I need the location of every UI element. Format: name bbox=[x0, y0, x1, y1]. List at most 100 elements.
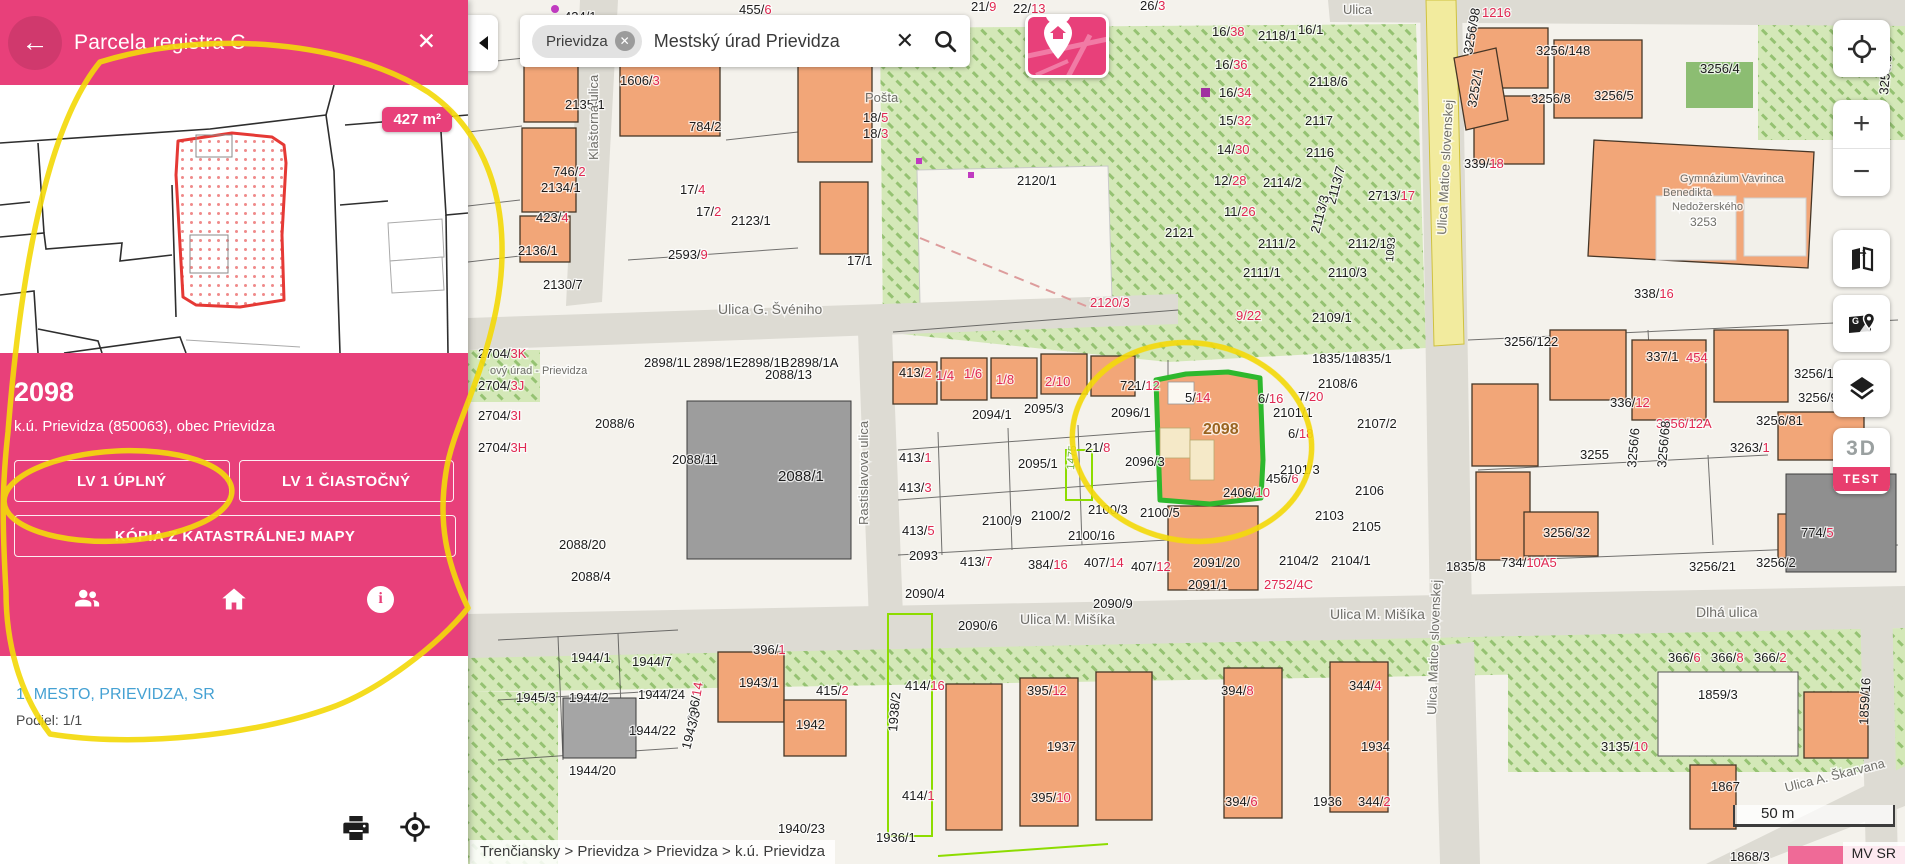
map-label: 339/18 bbox=[1464, 156, 1504, 171]
map-label: 407/12 bbox=[1131, 559, 1171, 574]
map-label: 3256/2 bbox=[1756, 555, 1796, 570]
map-label: 2105 bbox=[1352, 519, 1381, 534]
zoom-in-button[interactable]: + bbox=[1833, 100, 1890, 148]
map-label: 16/1 bbox=[1298, 22, 1323, 37]
lv-partial-button[interactable]: LV 1 ČIASTOČNÝ bbox=[239, 460, 455, 502]
map-label: 2117 bbox=[1305, 113, 1333, 128]
map-label: 2101/3 bbox=[1280, 462, 1320, 477]
map-label: 2091/1 bbox=[1188, 577, 1228, 592]
search-icon[interactable] bbox=[932, 28, 958, 54]
crosshair-icon bbox=[398, 810, 432, 844]
search-clear-icon[interactable]: ✕ bbox=[890, 28, 920, 54]
map-label: 2704/3J bbox=[478, 378, 524, 393]
print-button[interactable] bbox=[340, 812, 372, 844]
map-label: 366/6 bbox=[1668, 650, 1701, 665]
map-label: 1868/3 bbox=[1730, 849, 1770, 864]
map-label: 6/18 bbox=[1288, 426, 1313, 441]
map-label: 2088/6 bbox=[595, 416, 635, 431]
layers-icon bbox=[1847, 374, 1877, 404]
map-label: 2088/4 bbox=[571, 569, 611, 584]
map-label: 3256/148 bbox=[1536, 43, 1590, 58]
map-label: 2110/3 bbox=[1328, 265, 1367, 280]
map-label: 2713/17 bbox=[1368, 188, 1415, 203]
tab-buildings[interactable] bbox=[219, 584, 249, 614]
map-label: 394/8 bbox=[1221, 683, 1254, 698]
map-label: 2120/3 bbox=[1090, 295, 1130, 310]
map-label: 1944/7 bbox=[632, 654, 672, 669]
map-label: 21/9 bbox=[971, 0, 996, 14]
collapse-icon bbox=[479, 36, 488, 50]
map-compare-button[interactable] bbox=[1833, 230, 1890, 287]
lv-full-button[interactable]: LV 1 ÚPLNÝ bbox=[14, 460, 230, 502]
map-label: 721/12 bbox=[1120, 378, 1160, 393]
search-input[interactable]: Mestský úrad Prievidza bbox=[654, 31, 878, 52]
close-button[interactable]: ✕ bbox=[417, 28, 436, 55]
back-button[interactable]: ← bbox=[8, 16, 62, 70]
google-maps-button[interactable]: G bbox=[1833, 295, 1890, 352]
map-label: Klaštorná ulica bbox=[586, 74, 601, 160]
mode-3d-button[interactable]: 3D TEST bbox=[1833, 428, 1890, 494]
zoom-control: + − bbox=[1833, 100, 1890, 196]
map-label: 2098 bbox=[1203, 421, 1239, 438]
chip-remove-icon[interactable]: ✕ bbox=[615, 31, 635, 51]
zoom-out-button[interactable]: − bbox=[1833, 149, 1890, 197]
map-label: 415/2 bbox=[816, 683, 849, 698]
map-label: 1944/1 bbox=[571, 650, 611, 665]
map-label: 338/16 bbox=[1634, 286, 1674, 301]
map-label: 2109/1 bbox=[1312, 310, 1352, 325]
map-label: 2100/16 bbox=[1068, 528, 1115, 543]
map-label: 414/16 bbox=[905, 678, 945, 693]
owner-link[interactable]: 1. MESTO, PRIEVIDZA, SR bbox=[16, 686, 452, 704]
search-collapse-button[interactable] bbox=[468, 15, 498, 71]
map-label: 3256/4 bbox=[1700, 61, 1740, 76]
map-label: 18/3 bbox=[863, 126, 888, 141]
map-label: 344/2 bbox=[1358, 794, 1391, 809]
map-label: 2100/2 bbox=[1031, 508, 1071, 523]
search-bar[interactable]: Prievidza ✕ Mestský úrad Prievidza ✕ bbox=[520, 15, 970, 67]
cadastral-map-copy-button[interactable]: KÓPIA Z KATASTRÁLNEJ MAPY bbox=[14, 515, 456, 557]
map-label: 336/12 bbox=[1610, 395, 1650, 410]
map-label: ový úrad - Prievidza bbox=[490, 365, 588, 377]
map-label: 2088/11 bbox=[672, 452, 718, 467]
map-label: Ulica G. Švéniho bbox=[718, 301, 822, 317]
locate-button[interactable] bbox=[1833, 20, 1890, 77]
search-filter-chip[interactable]: Prievidza ✕ bbox=[532, 25, 642, 58]
map-label: 337/1 bbox=[1646, 349, 1679, 364]
map-canvas[interactable]: 434/13129455/6436/1021/922/1326/3Ulica21… bbox=[468, 0, 1905, 864]
map-label: 395/12 bbox=[1027, 683, 1067, 698]
breadcrumb[interactable]: Trenčiansky > Prievidza > Prievidza > k.… bbox=[470, 840, 835, 864]
map-label: 3256/8 bbox=[1531, 91, 1571, 106]
map-label: 414/1 bbox=[902, 788, 935, 803]
map-label: 413/5 bbox=[902, 523, 935, 538]
svg-text:G: G bbox=[1852, 316, 1859, 326]
panel-locate-button[interactable] bbox=[398, 810, 430, 842]
map-label: 413/3 bbox=[899, 480, 932, 495]
parcel-minimap[interactable]: 427 m² bbox=[0, 85, 468, 353]
owner-section: 1. MESTO, PRIEVIDZA, SR Podiel: 1/1 bbox=[0, 656, 468, 728]
map-label: 2114/2 bbox=[1263, 175, 1302, 190]
map-label: 344/4 bbox=[1349, 678, 1382, 693]
map-label: 2123/1 bbox=[731, 213, 771, 228]
map-label: 17/4 bbox=[680, 182, 705, 197]
map-label: 395/10 bbox=[1031, 790, 1071, 805]
basemap-toggle-button[interactable] bbox=[1025, 14, 1109, 78]
map-label: 16/38 bbox=[1212, 24, 1245, 39]
map-label: 1944/22 bbox=[629, 723, 676, 738]
tab-details[interactable]: i bbox=[366, 584, 396, 614]
map-label: 5/14 bbox=[1185, 390, 1210, 405]
map-label: 2088/13 bbox=[765, 367, 812, 382]
cadastral-map: 434/13129455/6436/1021/922/1326/3Ulica21… bbox=[468, 0, 1905, 864]
tab-owners[interactable] bbox=[72, 584, 102, 614]
map-label: Pošta bbox=[865, 90, 899, 105]
map-label: 413/1 bbox=[899, 450, 932, 465]
map-label: 2121 bbox=[1165, 225, 1194, 240]
test-badge: TEST bbox=[1833, 467, 1890, 491]
map-label: 1944/24 bbox=[638, 687, 685, 702]
layers-button[interactable] bbox=[1833, 360, 1890, 417]
map-label: Gymnázium Vavrinca bbox=[1680, 173, 1785, 185]
map-label: 423/4 bbox=[536, 210, 569, 225]
white-parcel bbox=[1658, 672, 1798, 756]
map-label: 384/16 bbox=[1028, 557, 1068, 572]
map-label: 15/32 bbox=[1219, 113, 1252, 128]
map-label: 746/2 bbox=[553, 164, 586, 179]
